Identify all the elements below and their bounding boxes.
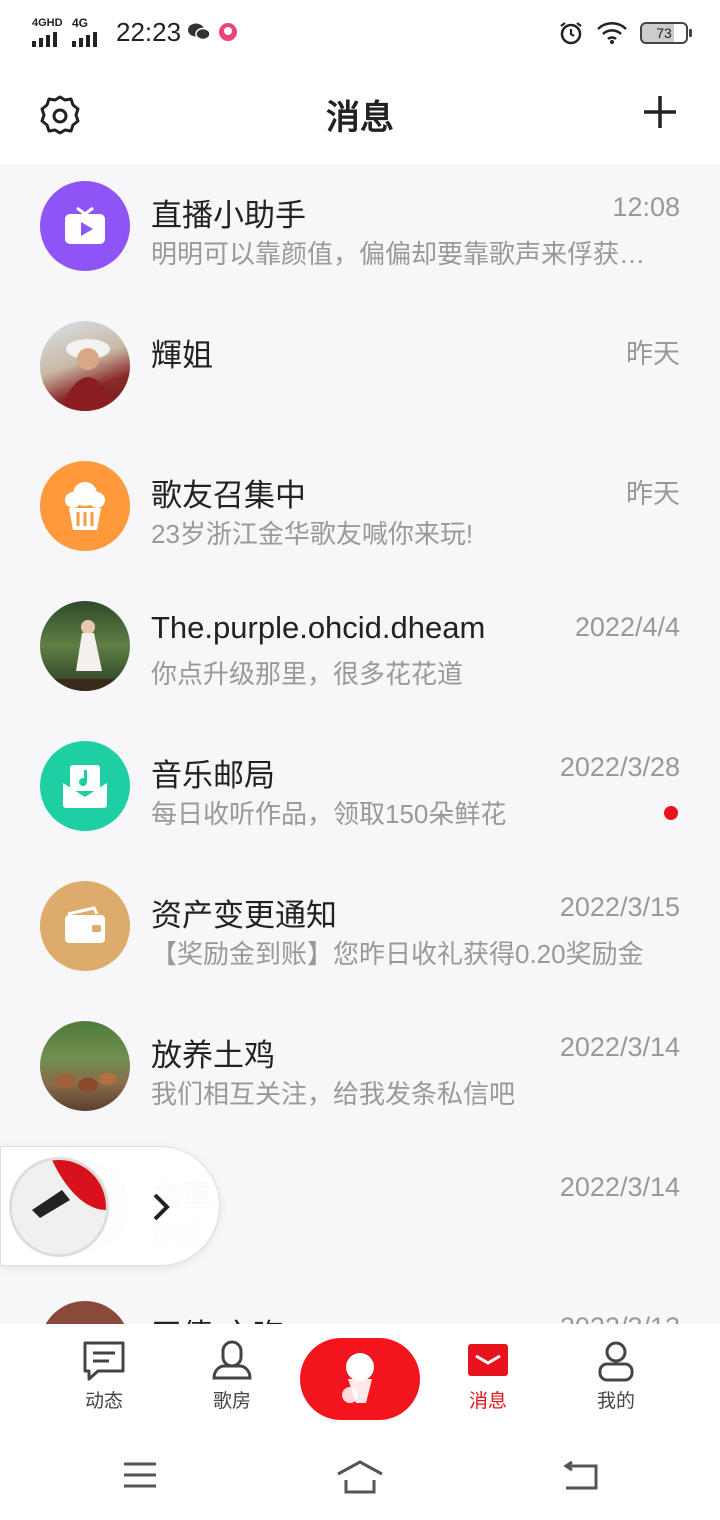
conversation-time: 2022/3/12	[560, 1312, 680, 1324]
conversation-name: 直播小助手	[151, 198, 306, 233]
user-avatar	[40, 1021, 130, 1111]
tab-karaoke-room[interactable]: 歌房	[182, 1340, 282, 1413]
mini-player-cover[interactable]	[9, 1157, 109, 1257]
alarm-icon	[560, 22, 582, 45]
conversation-row-asset-notice[interactable]: 资产变更通知 2022/3/15 【奖励金到账】您昨日收礼获得0.20奖励金	[0, 864, 720, 1004]
network-type-2: 4G	[72, 16, 89, 30]
battery-icon: 73	[640, 22, 692, 44]
conversation-row-singer-recruit[interactable]: 歌友召集中 昨天 23岁浙江金华歌友喊你来玩!	[0, 444, 720, 584]
tab-label: 消息	[468, 1391, 507, 1412]
conversation-name: 歌友召集中	[151, 478, 306, 513]
signal-4g-icon: 4G	[72, 17, 106, 47]
page-title: 消息	[326, 99, 394, 137]
bottom-tab-bar: 动态 歌房 消息 我的	[0, 1324, 720, 1434]
music-mail-icon	[40, 741, 130, 831]
system-nav-bar	[0, 1434, 720, 1520]
home-icon[interactable]	[336, 1460, 384, 1494]
conversation-time: 2022/3/15	[559, 892, 680, 922]
conversation-name: 资产变更通知	[151, 898, 337, 933]
conversation-name: The.purple.ohcid.dheam	[151, 610, 486, 645]
conversation-preview: 你好	[151, 1214, 661, 1251]
conversation-time: 2022/3/14	[559, 1032, 680, 1062]
sing-button[interactable]	[300, 1338, 420, 1420]
tab-messages[interactable]: 消息	[438, 1340, 538, 1413]
menu-icon[interactable]	[122, 1460, 158, 1490]
conversation-name: 王倩 之晦	[151, 1310, 284, 1324]
user-avatar	[40, 321, 130, 411]
unread-dot	[664, 806, 678, 820]
status-bar: 4GHD 4G 22:23 73	[0, 0, 720, 64]
conversation-time: 昨天	[626, 339, 680, 369]
tab-label: 歌房	[212, 1391, 251, 1412]
conversation-row-huijie[interactable]: 輝姐 昨天	[0, 304, 720, 444]
tab-feed[interactable]: 动态	[54, 1340, 154, 1413]
plus-icon[interactable]	[642, 94, 678, 130]
conversation-preview: 23岁浙江金华歌友喊你来玩!	[151, 519, 474, 549]
chevron-right-icon[interactable]	[149, 1191, 173, 1223]
conversation-row-music-post[interactable]: 音乐邮局 2022/3/28 每日收听作品，领取150朵鲜花	[0, 724, 720, 864]
clock: 22:23	[116, 16, 182, 47]
user-avatar	[40, 1301, 130, 1324]
wifi-icon	[597, 22, 627, 44]
page-header: 消息	[0, 64, 720, 164]
microphone-icon	[212, 1340, 252, 1380]
network-type-1: 4GHD	[32, 17, 63, 29]
tab-label: 动态	[84, 1391, 123, 1412]
app-notification-icon	[219, 23, 238, 41]
feed-icon	[83, 1341, 125, 1381]
conversation-name: 輝姐	[151, 338, 213, 373]
conversation-row-free-range-chicken[interactable]: 放养土鸡 2022/3/14 我们相互关注，给我发条私信吧	[0, 1004, 720, 1144]
mini-player[interactable]	[0, 1146, 220, 1266]
conversation-preview: 我们相互关注，给我发条私信吧	[151, 1079, 516, 1109]
conversation-time: 昨天	[626, 479, 680, 509]
mic-group-icon	[40, 461, 130, 551]
back-icon[interactable]	[560, 1460, 600, 1492]
wallet-icon	[40, 881, 130, 971]
conversation-preview: 每日收听作品，领取150朵鲜花	[151, 799, 507, 829]
conversation-preview: 你点升级那里，很多花花道	[151, 659, 464, 689]
conversation-time: 12:08	[612, 192, 680, 222]
sing-icon	[342, 1353, 374, 1403]
message-icon	[468, 1344, 508, 1376]
signal-4ghd-icon: 4GHD	[32, 17, 66, 47]
profile-icon	[598, 1341, 634, 1382]
tv-icon	[40, 181, 130, 271]
tab-label: 我的	[596, 1391, 635, 1412]
conversation-name: 放养土鸡	[151, 1038, 275, 1073]
conversation-name: 音乐邮局	[151, 758, 275, 793]
conversation-time: 2022/3/14	[559, 1172, 680, 1202]
tab-profile[interactable]: 我的	[566, 1340, 666, 1413]
wechat-icon	[188, 23, 211, 41]
conversation-row-wangqian[interactable]: 王倩 之晦 2022/3/12	[0, 1284, 720, 1324]
conversation-preview: 【奖励金到账】您昨日收礼获得0.20奖励金	[151, 939, 644, 969]
conversation-row-live-assistant[interactable]: 直播小助手 12:08 明明可以靠颜值，偏偏却要靠歌声来俘获人心	[0, 164, 720, 304]
conversation-row-purple-orchid[interactable]: The.purple.ohcid.dheam 2022/4/4 你点升级那里，很…	[0, 584, 720, 724]
conversation-time: 2022/4/4	[574, 612, 680, 642]
user-avatar	[40, 601, 130, 691]
conversation-preview: 明明可以靠颜值，偏偏却要靠歌声来俘获人心	[151, 239, 661, 269]
conversation-time: 2022/3/28	[559, 752, 680, 782]
